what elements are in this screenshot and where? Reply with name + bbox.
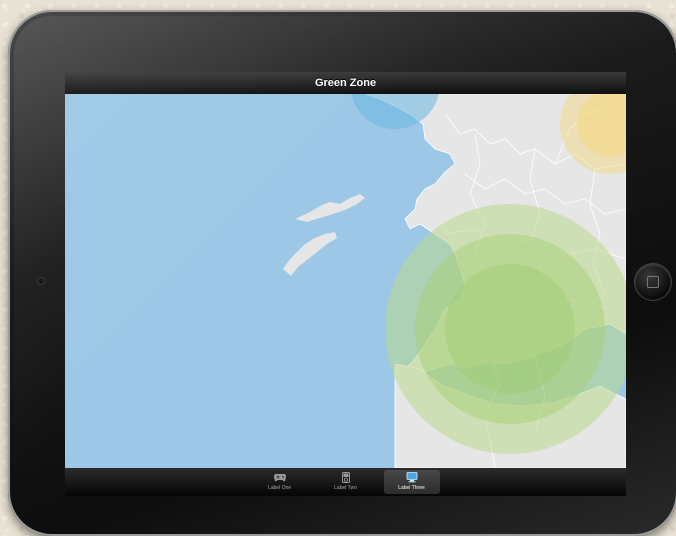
tab-label: Label Three xyxy=(398,485,425,491)
nav-title: Green Zone xyxy=(314,77,377,89)
app-screen: Green Zone Label One Label Two Label Thr… xyxy=(65,72,626,496)
gamepad-icon xyxy=(273,472,286,483)
tab-label-two[interactable]: Label Two xyxy=(318,470,374,494)
ipod-icon xyxy=(340,472,352,483)
tab-bar: Label One Label Two Label Three xyxy=(65,468,626,496)
home-button[interactable] xyxy=(635,264,671,300)
ipad-frame: Green Zone Label One Label Two Label Thr… xyxy=(8,10,676,536)
map-canvas[interactable] xyxy=(65,72,626,469)
tab-label: Label One xyxy=(267,485,292,491)
computer-icon xyxy=(406,472,418,483)
tab-label-one[interactable]: Label One xyxy=(252,470,308,494)
tab-label: Label Two xyxy=(334,485,357,491)
camera-icon xyxy=(38,278,44,284)
tab-label-three[interactable]: Label Three xyxy=(383,470,440,494)
green-zone-inner xyxy=(445,264,575,394)
map-view[interactable] xyxy=(65,72,626,469)
navigation-bar: Green Zone xyxy=(65,72,626,95)
